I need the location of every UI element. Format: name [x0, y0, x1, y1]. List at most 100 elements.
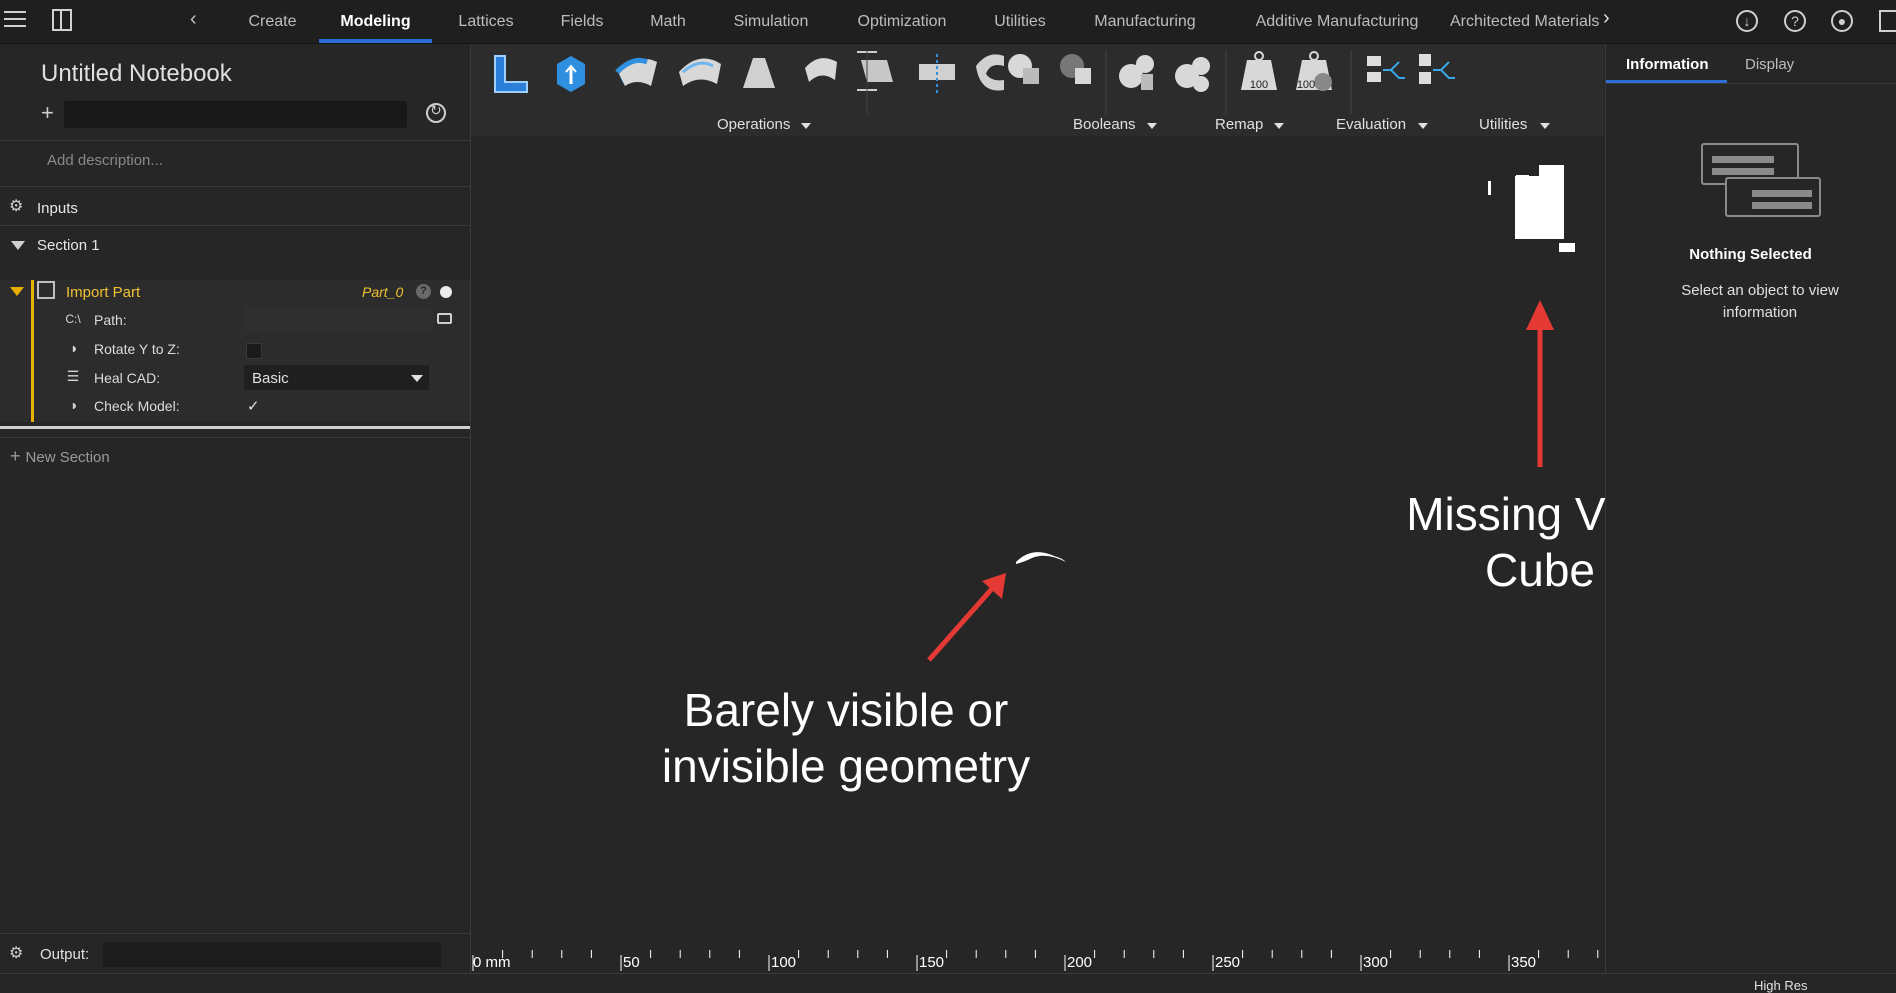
hamburger-menu-icon[interactable] [4, 11, 26, 29]
group-remap[interactable]: Remap [1215, 116, 1263, 133]
panel-toggle-icon[interactable] [52, 9, 72, 31]
gear-icon: ⚙ [9, 945, 24, 962]
import-part-title[interactable]: Import Part [66, 284, 140, 301]
split-tool-icon[interactable] [919, 54, 955, 94]
tab-utilities[interactable]: Utilities [978, 0, 1062, 43]
tab-scroll-left-icon[interactable]: ‹ [190, 8, 197, 31]
shell-tool-icon[interactable] [976, 54, 1004, 91]
ruler-label: 200 [1067, 954, 1093, 971]
remap-cluster-icon[interactable] [1175, 57, 1210, 92]
ribbon-tools: 100 100 [494, 50, 1455, 114]
add-tag-icon[interactable]: + [41, 102, 54, 124]
output-field[interactable] [103, 942, 441, 967]
chevron-down-icon[interactable] [1540, 123, 1550, 129]
l-profile-tool-icon[interactable] [494, 55, 528, 93]
heal-cad-value: Basic [252, 370, 289, 387]
mass-lattice-weight-icon[interactable]: 100 [1296, 51, 1332, 91]
annotation-geometry-line-2: invisible geometry [661, 740, 1031, 792]
help-icon[interactable]: ? [1784, 10, 1806, 32]
path-label: Path: [94, 312, 127, 328]
notebook-title[interactable]: Untitled Notebook [41, 60, 232, 88]
output-label: Output: [40, 946, 90, 963]
section-collapse-icon[interactable] [11, 241, 25, 250]
new-section-button[interactable]: + New Section [10, 446, 110, 467]
tab-simulation[interactable]: Simulation [720, 0, 822, 43]
description-field[interactable]: Add description... [47, 152, 163, 169]
chevron-down-icon[interactable] [1147, 123, 1157, 129]
offset-tool-icon[interactable] [857, 51, 893, 91]
boolean-subtract-icon[interactable] [1060, 54, 1091, 84]
inputs-label[interactable]: Inputs [37, 200, 78, 217]
annotation-geometry-line-1: Barely visible or [683, 684, 1009, 736]
ruler-label: 350 [1511, 954, 1537, 971]
refresh-icon[interactable] [426, 102, 446, 123]
tab-additive-manufacturing[interactable]: Additive Manufacturing [1237, 0, 1437, 43]
section-end-divider [0, 426, 470, 429]
annotation-arrow-geometry [927, 573, 1006, 662]
utility-branch-icon[interactable] [1367, 56, 1405, 82]
chevron-down-icon[interactable] [801, 123, 811, 129]
nothing-selected-heading: Nothing Selected [1689, 246, 1812, 263]
divider [0, 933, 470, 934]
list-icon: ☰ [66, 368, 80, 384]
section-title[interactable]: Section 1 [37, 237, 100, 254]
divider [0, 437, 470, 438]
path-input[interactable] [244, 307, 434, 331]
mass-weight-value: 100 [1250, 79, 1268, 91]
chevron-down-icon[interactable] [1418, 123, 1428, 129]
group-booleans[interactable]: Booleans [1073, 116, 1136, 133]
mass-weight-icon[interactable]: 100 [1241, 51, 1277, 91]
thicken-tool-icon[interactable] [805, 58, 837, 82]
tag-field[interactable] [64, 101, 407, 128]
tab-fields[interactable]: Fields [547, 0, 617, 43]
gear-icon: ⚙ [9, 198, 24, 215]
toggle-icon: ◑ [68, 340, 78, 356]
active-tab-indicator [319, 39, 432, 43]
check-model-label: Check Model: [94, 398, 180, 414]
chevron-down-icon[interactable] [411, 375, 423, 382]
annotation-geometry: Barely visible or invisible geometry [600, 682, 1092, 794]
tab-manufacturing[interactable]: Manufacturing [1080, 0, 1210, 43]
cube-icon [37, 281, 55, 299]
tab-information[interactable]: Information [1626, 56, 1709, 73]
rotate-checkbox[interactable] [246, 343, 262, 359]
right-panel-toggle-icon[interactable] [1879, 10, 1896, 32]
boolean-union-icon[interactable] [1008, 54, 1039, 84]
check-model-checkbox[interactable]: ✓ [247, 397, 260, 415]
divider [1606, 83, 1896, 84]
download-icon[interactable]: ↓ [1736, 10, 1758, 32]
render-quality-select[interactable]: High Res [1754, 978, 1807, 993]
block-collapse-icon[interactable] [10, 287, 24, 296]
tab-scroll-right-icon[interactable]: › [1603, 7, 1610, 30]
annotation-arrow-cube [1526, 300, 1554, 467]
tab-architected-materials[interactable]: Architected Materials [1450, 0, 1600, 43]
ruler-label: 250 [1215, 954, 1241, 971]
group-utilities[interactable]: Utilities [1479, 116, 1527, 133]
toggle-icon: ◑ [68, 397, 78, 413]
ruler-label: 150 [919, 954, 945, 971]
tab-math[interactable]: Math [630, 0, 706, 43]
utility-cube-branch-icon[interactable] [1419, 54, 1455, 84]
group-operations[interactable]: Operations [717, 116, 790, 133]
tab-display[interactable]: Display [1745, 56, 1794, 73]
revolve-tool-icon[interactable] [615, 57, 657, 86]
faint-geometry[interactable] [1016, 552, 1066, 564]
tab-create[interactable]: Create [235, 0, 310, 43]
account-icon[interactable]: ● [1831, 10, 1853, 32]
ruler-label: 0 mm [473, 954, 511, 971]
folder-icon[interactable] [437, 313, 452, 324]
loft-tool-icon[interactable] [743, 58, 775, 88]
part-name-label[interactable]: Part_0 [362, 284, 403, 300]
group-evaluation[interactable]: Evaluation [1336, 116, 1406, 133]
view-cube-fragment[interactable] [1488, 165, 1575, 277]
sweep-tool-icon[interactable] [679, 58, 721, 86]
extrude-tool-icon[interactable] [557, 56, 585, 92]
help-icon[interactable]: ? [416, 284, 431, 299]
chevron-down-icon[interactable] [1274, 123, 1284, 129]
tab-lattices[interactable]: Lattices [444, 0, 528, 43]
ruler-label: 300 [1363, 954, 1389, 971]
tab-modeling[interactable]: Modeling [319, 0, 432, 43]
remap-sphere-icon[interactable] [1119, 55, 1154, 90]
tab-optimization[interactable]: Optimization [842, 0, 962, 43]
status-indicator [440, 286, 452, 298]
